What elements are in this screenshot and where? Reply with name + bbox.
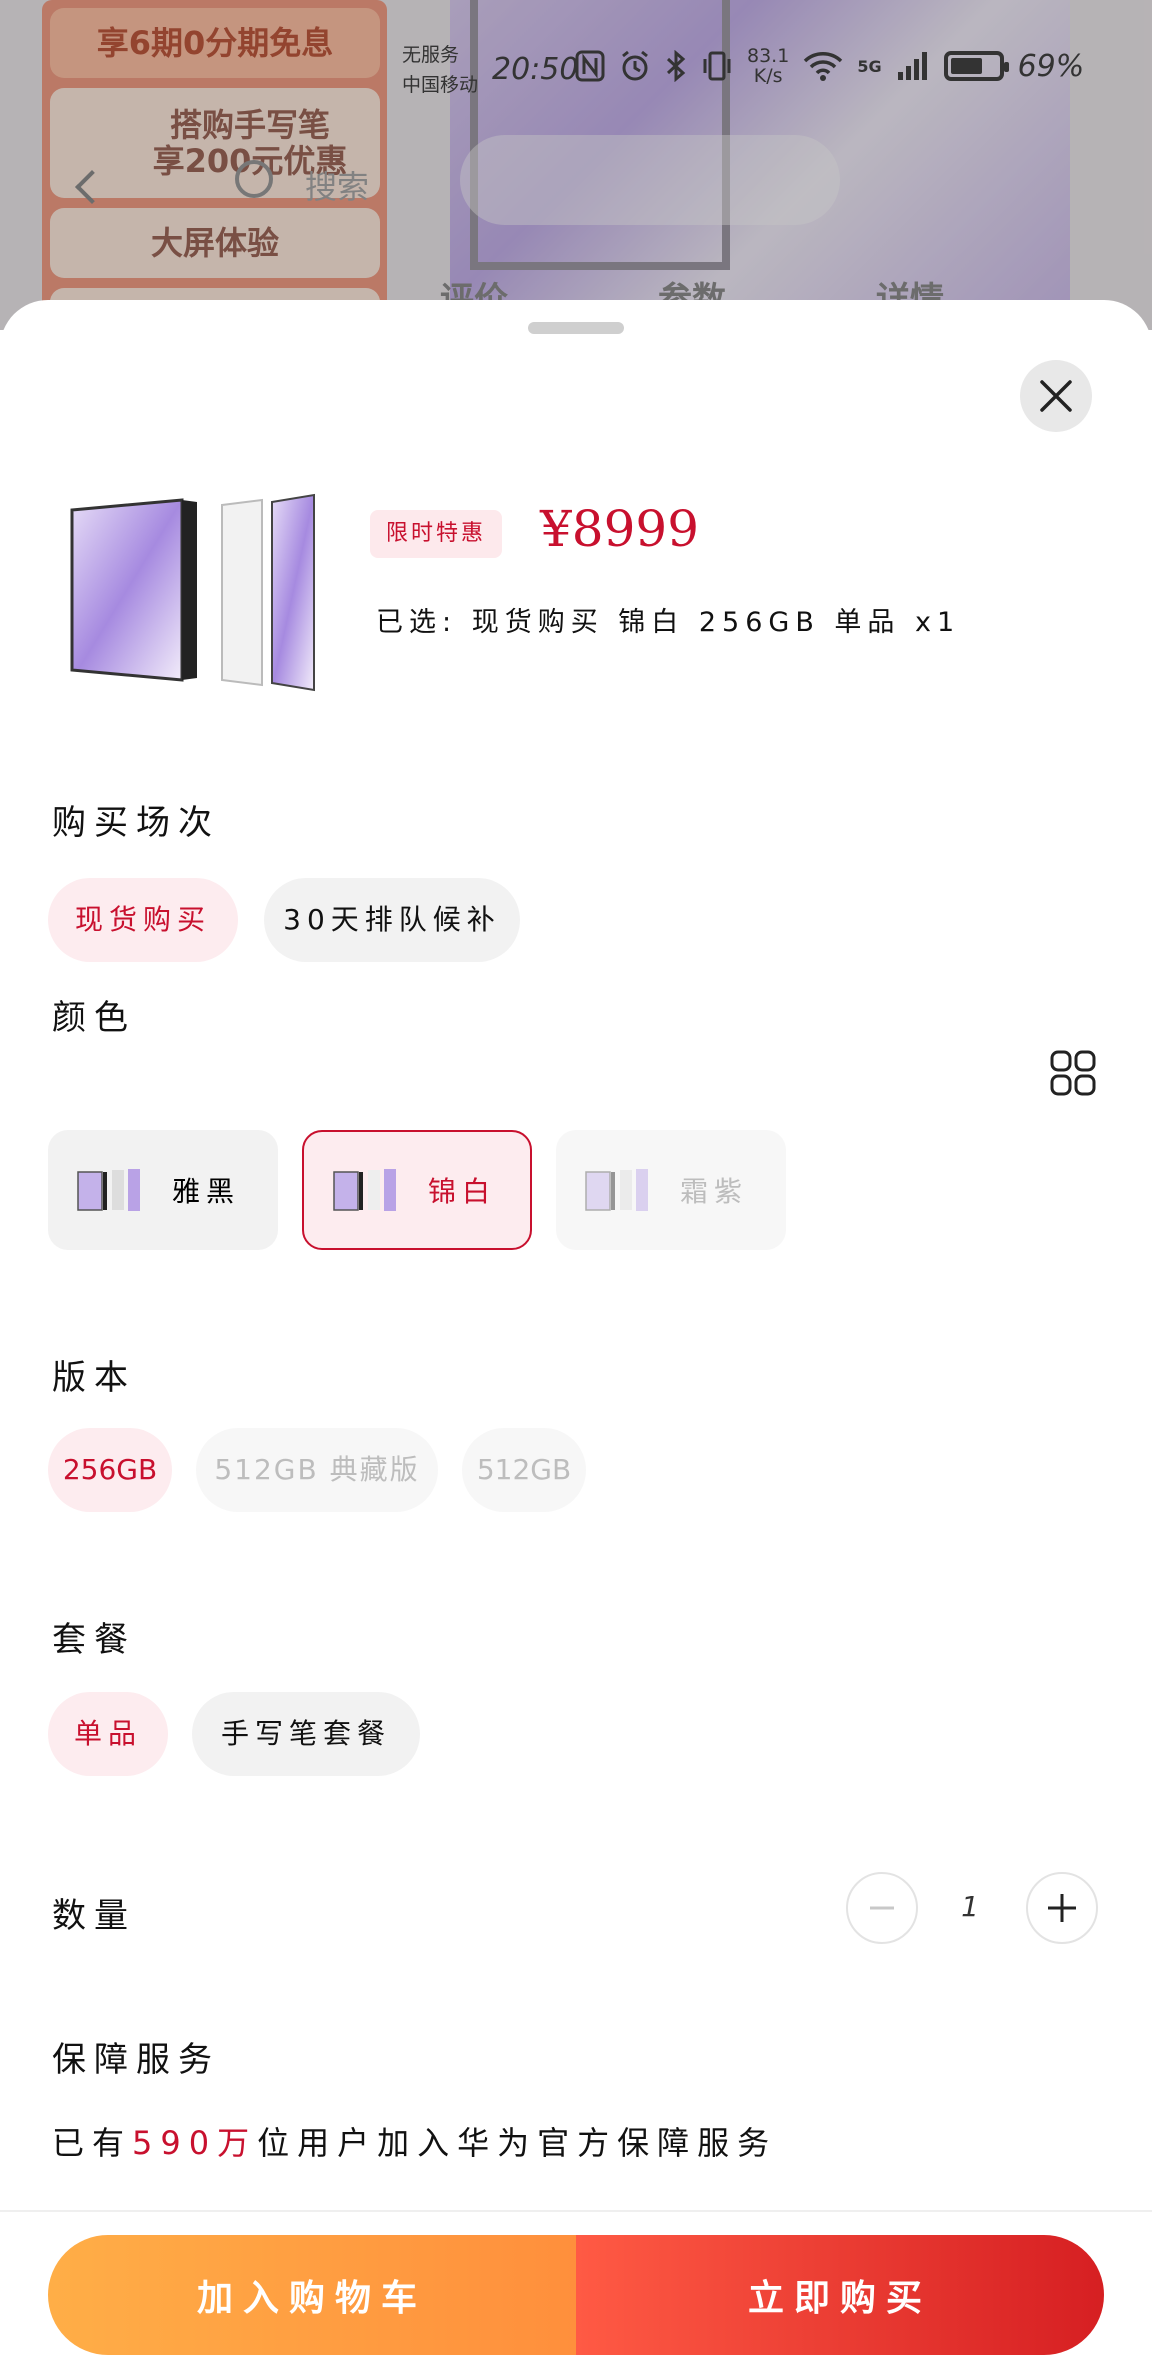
network-speed: 83.1 K/s [747,46,789,86]
close-button[interactable] [1020,360,1092,432]
color-option-purple[interactable]: 霜紫 [556,1130,786,1250]
package-title: 套餐 [52,1620,136,1660]
color-option-label: 锦白 [428,1175,497,1208]
purchase-type-option-instock[interactable]: 现货购买 [48,878,238,962]
guarantee-suffix: 位用户加入华为官方保障服务 [257,2124,778,2162]
quantity-value[interactable]: 1 [950,1890,990,1923]
plus-icon [1048,1894,1076,1922]
minus-icon [870,1906,894,1910]
color-option-label: 雅黑 [172,1175,241,1208]
carrier-line2: 中国移动 [402,74,479,96]
wifi-icon [804,52,843,81]
version-option-512gb-collector[interactable]: 512GB 典藏版 [196,1428,438,1512]
quantity-decrease-button[interactable] [846,1872,918,1944]
guarantee-prefix: 已有 [52,2124,133,2162]
selected-summary-label: 已选: [376,607,458,638]
version-option-256gb[interactable]: 256GB [48,1428,172,1512]
carrier-info: 无服务 中国移动 [402,40,478,100]
grid-icon[interactable] [1050,1050,1096,1096]
guarantee-title: 保障服务 [52,2040,220,2080]
battery-icon [943,51,1009,81]
color-thumbnail [333,1169,396,1211]
network-type: 5G [857,56,882,76]
buy-now-button[interactable]: 立即购买 [576,2235,1104,2355]
carrier-line1: 无服务 [402,44,460,66]
version-title: 版本 [52,1358,136,1398]
color-option-label: 霜紫 [680,1175,749,1208]
sku-selection-sheet: 限时特惠 ¥8999 已选: 现货购买 锦白 256GB 单品 x1 购买场次 … [0,300,1152,2376]
product-image [70,493,315,692]
color-option-black[interactable]: 雅黑 [48,1130,278,1250]
status-icons: 83.1 K/s 5G 69% [575,46,1084,86]
product-price: ¥8999 [540,500,700,558]
purchase-type-title: 购买场次 [52,803,220,843]
color-option-white[interactable]: 锦白 [302,1130,532,1250]
vibrate-icon [703,51,731,81]
selected-summary-value: 现货购买 锦白 256GB 单品 x1 [471,607,961,638]
version-option-512gb[interactable]: 512GB [462,1428,586,1512]
battery-percent: 69% [1017,48,1085,84]
bottom-divider [0,2210,1152,2212]
nfc-icon [575,50,605,82]
purchase-type-option-waitlist[interactable]: 30天排队候补 [264,878,520,962]
network-speed-value: 83.1 [747,45,790,67]
status-bar: 无服务 中国移动 20:50 83.1 K/s 5G 69% [0,0,1152,130]
quantity-title: 数量 [52,1896,136,1936]
add-to-cart-button[interactable]: 加入购物车 [48,2235,576,2355]
quantity-increase-button[interactable] [1026,1872,1098,1944]
network-speed-unit: K/s [753,65,783,87]
signal-icon [897,52,927,80]
alarm-icon [622,50,648,81]
guarantee-description: 已有590万位用户加入华为官方保障服务 [52,2118,777,2164]
color-title: 颜色 [52,998,136,1038]
guarantee-user-count: 590万 [132,2124,258,2162]
package-option-stylus[interactable]: 手写笔套餐 [192,1692,420,1776]
selected-summary: 已选: 现货购买 锦白 256GB 单品 x1 [376,600,960,639]
sheet-drag-handle[interactable] [528,322,624,334]
package-option-single[interactable]: 单品 [48,1692,168,1776]
limited-offer-tag: 限时特惠 [370,510,503,558]
bluetooth-icon [666,50,686,82]
color-thumbnail [77,1169,140,1211]
action-bar: 加入购物车 立即购买 [48,2235,1104,2355]
status-time: 20:50 [492,52,579,87]
color-thumbnail [585,1169,648,1211]
close-icon [1040,380,1072,412]
